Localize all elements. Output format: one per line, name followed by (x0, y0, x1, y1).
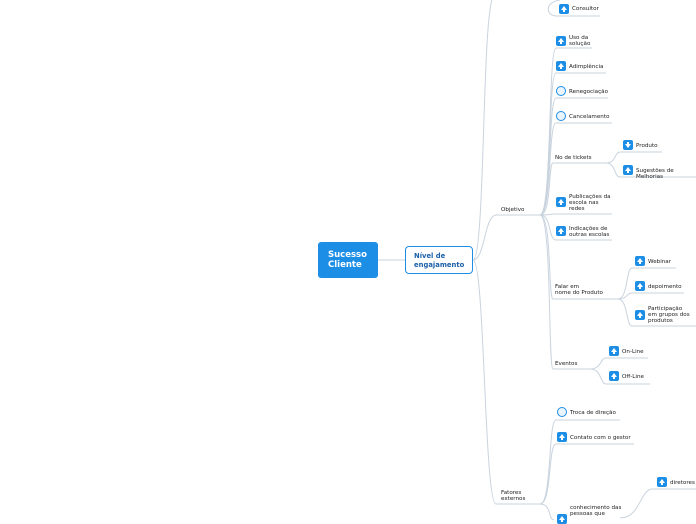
circle-icon (556, 86, 566, 96)
topic-adimplencia[interactable]: Adimplência (569, 64, 603, 70)
arrow-up-icon (556, 36, 566, 46)
topic-off-line[interactable]: Off-Line (622, 374, 644, 380)
topic-no-de-tickets[interactable]: No de tickets (555, 155, 592, 161)
arrow-up-icon (623, 165, 633, 175)
arrow-up-icon (657, 477, 667, 487)
topic-diretores[interactable]: diretores (670, 480, 695, 486)
topic-participacao[interactable]: Participação em grupos dos produtos (648, 306, 690, 324)
topic-cancelamento[interactable]: Cancelamento (569, 114, 609, 120)
arrow-up-icon (556, 226, 566, 236)
topic-indicacoes[interactable]: Indicações de outras escolas (569, 226, 609, 238)
arrow-up-icon (609, 346, 619, 356)
node-nivel-de-engajamento[interactable]: Nível de engajamento (405, 246, 473, 274)
topic-uso-da-solucao[interactable]: Uso da solução (569, 35, 590, 47)
arrow-up-icon (559, 4, 569, 14)
branch-fatores-externos[interactable]: Fatores externos (501, 490, 525, 502)
topic-webinar[interactable]: Webinar (648, 259, 671, 265)
arrow-down-icon (623, 140, 633, 150)
circle-icon (556, 111, 566, 121)
arrow-up-icon (557, 432, 567, 442)
arrow-up-icon (635, 310, 645, 320)
topic-publicacoes[interactable]: Publicações da escola nas redes (569, 194, 611, 212)
topic-sugestoes-de-melhorias[interactable]: Sugestões de Melhorias (636, 168, 696, 180)
arrow-up-icon (609, 371, 619, 381)
root-node-sucesso-cliente[interactable]: Sucesso Cliente (318, 242, 378, 278)
topic-conhecimento-das-pessoas[interactable]: conhecimento das pessoas que (570, 505, 621, 517)
topic-troca-de-direcao[interactable]: Troca de direção (570, 410, 616, 416)
arrow-up-icon (557, 514, 567, 524)
topic-depoimento[interactable]: depoimento (648, 284, 682, 290)
arrow-up-icon (556, 197, 566, 207)
arrow-up-icon (635, 281, 645, 291)
topic-on-line[interactable]: On-Line (622, 349, 644, 355)
circle-icon (557, 407, 567, 417)
arrow-up-icon (635, 256, 645, 266)
topic-eventos[interactable]: Eventos (555, 361, 577, 367)
topic-falar-em-nome-do-produto[interactable]: Falar em nome do Produto (555, 284, 603, 296)
branch-objetivo[interactable]: Objetivo (501, 207, 524, 213)
topic-renegociacao[interactable]: Renegociação (569, 89, 608, 95)
topic-contato-com-o-gestor[interactable]: Contato com o gestor (570, 435, 631, 441)
topic-consultor[interactable]: Consultor (572, 6, 599, 12)
topic-produto[interactable]: Produto (636, 143, 658, 149)
arrow-up-icon (556, 61, 566, 71)
